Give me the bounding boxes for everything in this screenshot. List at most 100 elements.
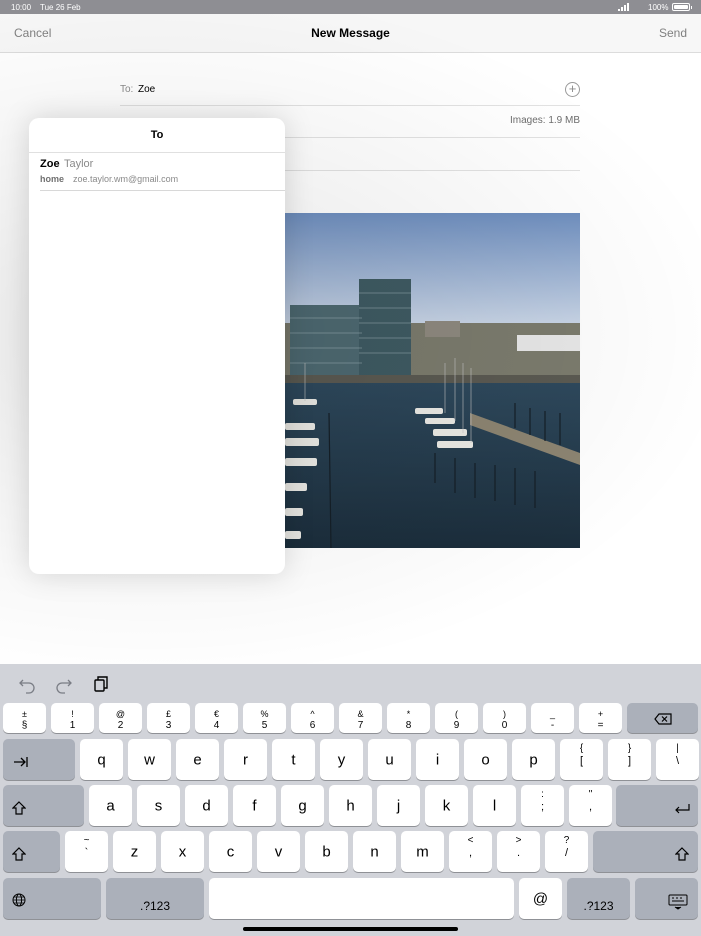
- key-number-6[interactable]: ^ 6: [291, 703, 334, 733]
- key-tilde[interactable]: ~ `: [65, 831, 108, 872]
- key-c[interactable]: c: [209, 831, 252, 872]
- to-field[interactable]: To: Zoe +: [120, 72, 580, 106]
- page-title: New Message: [311, 26, 390, 40]
- key-label: h: [346, 797, 355, 814]
- key-number-11[interactable]: _ -: [531, 703, 574, 733]
- key-number-5[interactable]: % 5: [243, 703, 286, 733]
- shift-right-key[interactable]: [593, 831, 698, 872]
- add-contact-icon[interactable]: +: [565, 82, 580, 97]
- shift-icon: [11, 801, 27, 820]
- caps-lock-key[interactable]: [3, 785, 84, 826]
- key-number-10[interactable]: ) 0: [483, 703, 526, 733]
- key-s[interactable]: s: [137, 785, 180, 826]
- hide-keyboard-key[interactable]: [635, 878, 698, 919]
- key-number-8[interactable]: * 8: [387, 703, 430, 733]
- key-number-1[interactable]: ! 1: [51, 703, 94, 733]
- key-j[interactable]: j: [377, 785, 420, 826]
- key-g[interactable]: g: [281, 785, 324, 826]
- contact-suggestion[interactable]: Zoe Taylor home zoe.taylor.wm@gmail.com: [40, 153, 285, 191]
- key-number-0[interactable]: ± §: [3, 703, 46, 733]
- key-shift-symbol: !: [71, 709, 74, 719]
- key-x[interactable]: x: [161, 831, 204, 872]
- key-label: n: [370, 843, 379, 860]
- key-label: c: [226, 843, 235, 860]
- key-angle-1[interactable]: >.: [497, 831, 540, 872]
- key-shift-symbol: ": [588, 789, 593, 800]
- key-bracket-0[interactable]: {[: [560, 739, 603, 780]
- key-w[interactable]: w: [128, 739, 171, 780]
- key-a[interactable]: a: [89, 785, 132, 826]
- key-label: v: [274, 843, 283, 860]
- paste-icon[interactable]: [91, 674, 111, 694]
- key-v[interactable]: v: [257, 831, 300, 872]
- battery-percent: 100%: [648, 3, 669, 12]
- key-punct-1[interactable]: ",: [569, 785, 612, 826]
- key-number-3[interactable]: £3: [147, 703, 190, 733]
- send-button[interactable]: Send: [659, 26, 687, 40]
- key-u[interactable]: u: [368, 739, 411, 780]
- key-label: l: [492, 797, 497, 814]
- key-number-9[interactable]: (9: [435, 703, 478, 733]
- popover-title: To: [29, 118, 285, 153]
- key-shift-symbol: {: [579, 743, 584, 754]
- to-input[interactable]: Zoe: [138, 84, 155, 95]
- key-i[interactable]: i: [416, 739, 459, 780]
- images-size-label[interactable]: Images: 1.9 MB: [510, 115, 580, 126]
- key-h[interactable]: h: [329, 785, 372, 826]
- space-bar[interactable]: [209, 878, 514, 919]
- key-r[interactable]: r: [224, 739, 267, 780]
- key-m[interactable]: m: [401, 831, 444, 872]
- key-shift-symbol: _: [549, 709, 555, 719]
- numbers-mode-key-left[interactable]: .?123: [106, 878, 204, 919]
- key-label: g: [298, 797, 307, 814]
- delete-icon: [654, 712, 672, 730]
- key-symbol: [: [579, 755, 584, 767]
- attached-photo[interactable]: [285, 213, 580, 548]
- key-number-12[interactable]: + =: [579, 703, 622, 733]
- numbers-mode-key-right[interactable]: .?123: [567, 878, 630, 919]
- key-e[interactable]: e: [176, 739, 219, 780]
- key-label: f: [252, 797, 257, 814]
- key-symbol: /: [564, 847, 569, 859]
- shift-left-key[interactable]: [3, 831, 60, 872]
- contact-email: zoe.taylor.wm@gmail.com: [73, 174, 179, 184]
- key-shift-symbol: ): [503, 709, 506, 719]
- key-q[interactable]: q: [80, 739, 123, 780]
- key-symbol: ,: [588, 801, 593, 813]
- delete-key[interactable]: [627, 703, 698, 733]
- key-number-4[interactable]: €4: [195, 703, 238, 733]
- key-number-2[interactable]: @2: [99, 703, 142, 733]
- undo-icon[interactable]: [17, 674, 37, 694]
- key-bracket-1[interactable]: }]: [608, 739, 651, 780]
- key-at[interactable]: @: [519, 878, 562, 919]
- keyboard-hide-icon: [668, 894, 688, 915]
- key-t[interactable]: t: [272, 739, 315, 780]
- key-angle-2[interactable]: ? /: [545, 831, 588, 872]
- return-key[interactable]: [616, 785, 698, 826]
- key-number-7[interactable]: & 7: [339, 703, 382, 733]
- navigation-bar: Cancel New Message Send: [0, 14, 701, 53]
- key-k[interactable]: k: [425, 785, 468, 826]
- key-b[interactable]: b: [305, 831, 348, 872]
- globe-key[interactable]: [3, 878, 101, 919]
- key-label: a: [106, 797, 115, 814]
- key-l[interactable]: l: [473, 785, 516, 826]
- key-bracket-2[interactable]: | \: [656, 739, 699, 780]
- key-label: .?123: [583, 899, 614, 913]
- key-symbol: 2: [117, 720, 124, 731]
- key-f[interactable]: f: [233, 785, 276, 826]
- tab-key[interactable]: [3, 739, 75, 780]
- key-d[interactable]: d: [185, 785, 228, 826]
- key-shift-symbol: }: [627, 743, 632, 754]
- key-p[interactable]: p: [512, 739, 555, 780]
- key-angle-0[interactable]: <,: [449, 831, 492, 872]
- key-n[interactable]: n: [353, 831, 396, 872]
- redo-icon[interactable]: [54, 674, 74, 694]
- key-z[interactable]: z: [113, 831, 156, 872]
- key-o[interactable]: o: [464, 739, 507, 780]
- key-label: @: [532, 890, 549, 907]
- key-symbol: `: [84, 847, 89, 859]
- to-label: To:: [120, 84, 134, 95]
- key-punct-0[interactable]: :;: [521, 785, 564, 826]
- key-y[interactable]: y: [320, 739, 363, 780]
